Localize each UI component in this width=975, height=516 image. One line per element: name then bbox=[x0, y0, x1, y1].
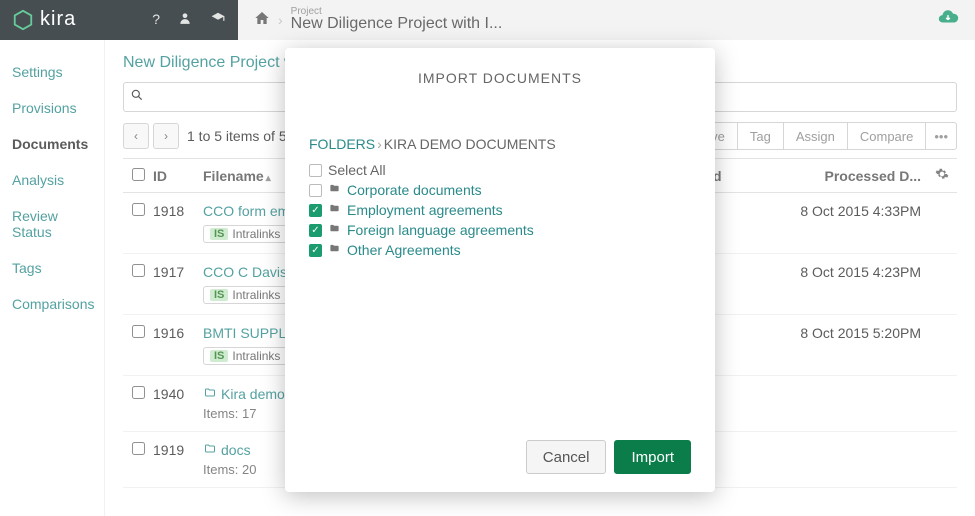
folder-name: Corporate documents bbox=[347, 182, 482, 198]
folder-icon bbox=[328, 223, 341, 237]
folder-checkbox[interactable]: ✓ bbox=[309, 224, 322, 237]
folder-row[interactable]: ✓ Employment agreements bbox=[309, 200, 691, 220]
cancel-button[interactable]: Cancel bbox=[526, 440, 607, 474]
folder-row[interactable]: ✓ Other Agreements bbox=[309, 240, 691, 260]
folder-row[interactable]: ✓ Foreign language agreements bbox=[309, 220, 691, 240]
modal-breadcrumb: FOLDERS›KIRA DEMO DOCUMENTS bbox=[309, 136, 691, 152]
select-all-row[interactable]: Select All bbox=[309, 160, 691, 180]
folder-name: Other Agreements bbox=[347, 242, 461, 258]
folder-icon bbox=[328, 243, 341, 257]
modal-crumb-root[interactable]: FOLDERS bbox=[309, 136, 375, 152]
select-all-folder-checkbox[interactable] bbox=[309, 164, 322, 177]
folder-name: Foreign language agreements bbox=[347, 222, 534, 238]
folder-row[interactable]: Corporate documents bbox=[309, 180, 691, 200]
folder-icon bbox=[328, 203, 341, 217]
chevron-right-icon: › bbox=[377, 136, 382, 152]
folder-list: Select All Corporate documents ✓ Employm… bbox=[309, 160, 691, 260]
import-documents-modal: IMPORT DOCUMENTS FOLDERS›KIRA DEMO DOCUM… bbox=[285, 48, 715, 492]
folder-icon bbox=[328, 183, 341, 197]
modal-crumb-current: KIRA DEMO DOCUMENTS bbox=[384, 136, 556, 152]
modal-title: IMPORT DOCUMENTS bbox=[309, 70, 691, 86]
import-button[interactable]: Import bbox=[614, 440, 691, 474]
folder-checkbox[interactable]: ✓ bbox=[309, 244, 322, 257]
folder-checkbox[interactable] bbox=[309, 184, 322, 197]
folder-checkbox[interactable]: ✓ bbox=[309, 204, 322, 217]
folder-name: Employment agreements bbox=[347, 202, 503, 218]
select-all-label: Select All bbox=[328, 162, 386, 178]
modal-actions: Cancel Import bbox=[309, 440, 691, 474]
